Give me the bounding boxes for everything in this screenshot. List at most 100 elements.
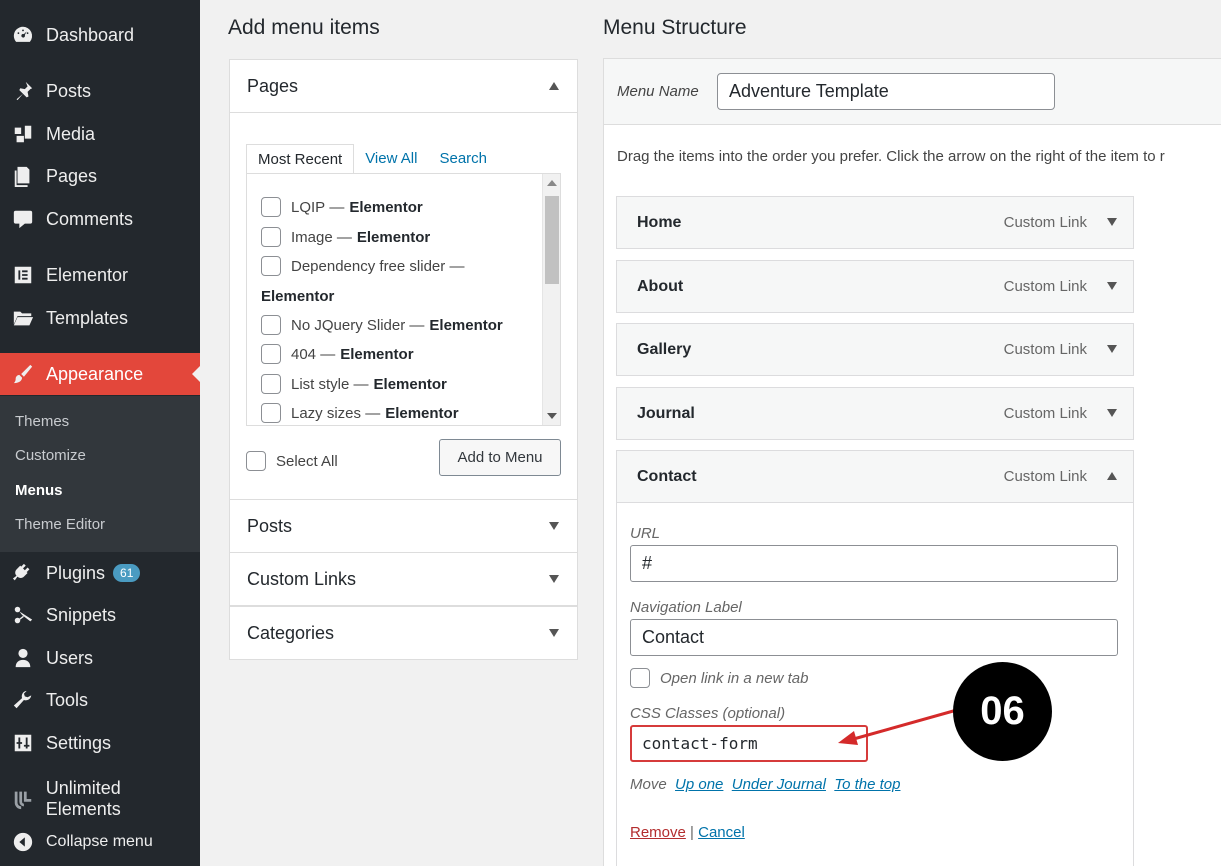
sidebar-item-media[interactable]: Media — [0, 113, 200, 155]
list-item[interactable]: LQIP — Elementor — [261, 197, 423, 217]
move-under-journal-link[interactable]: Under Journal — [732, 776, 826, 793]
tab-view-all[interactable]: View All — [354, 144, 428, 174]
sidebar-item-unlimited-elements[interactable]: Unlimited Elements — [0, 778, 200, 820]
elementor-icon — [0, 264, 46, 286]
step-callout-badge: 06 — [953, 662, 1052, 761]
pin-icon — [0, 80, 46, 102]
sidebar-item-tools[interactable]: Tools — [0, 679, 200, 721]
pages-checklist[interactable]: LQIP — Elementor Image — Elementor Depende… — [246, 173, 561, 426]
checkbox[interactable] — [261, 315, 281, 335]
sidebar-item-settings[interactable]: Settings — [0, 722, 200, 764]
collapse-icon — [0, 831, 46, 853]
admin-sidebar: Dashboard Posts Media Pages Comments Ele… — [0, 0, 200, 866]
move-to-top-link[interactable]: To the top — [834, 776, 900, 793]
plug-icon — [0, 562, 46, 584]
css-classes-label: CSS Classes (optional) — [630, 705, 786, 722]
item-actions: Remove | Cancel — [630, 824, 745, 841]
checkbox[interactable] — [261, 197, 281, 217]
list-item[interactable]: 404 — Elementor — [261, 344, 414, 364]
list-scrollbar[interactable] — [542, 174, 560, 425]
collapse-arrow-icon[interactable] — [549, 82, 559, 90]
sidebar-label: Settings — [46, 732, 112, 753]
plugins-update-badge: 61 — [113, 564, 141, 582]
expand-arrow-icon[interactable] — [1107, 345, 1117, 353]
sidebar-item-dashboard[interactable]: Dashboard — [0, 14, 200, 56]
menu-instructions: Drag the items into the order you prefer… — [617, 148, 1165, 165]
menu-item-contact[interactable]: Contact Custom Link — [616, 450, 1134, 503]
sidebar-item-comments[interactable]: Comments — [0, 198, 200, 240]
cancel-link[interactable]: Cancel — [698, 824, 745, 841]
sidebar-label: Appearance — [46, 363, 144, 384]
menu-item-journal[interactable]: Journal Custom Link — [616, 387, 1134, 440]
select-all-checkbox[interactable]: Select All — [246, 451, 338, 471]
custom-links-accordion-header[interactable]: Custom Links — [229, 552, 578, 606]
checkbox[interactable] — [261, 403, 281, 423]
sidebar-item-posts[interactable]: Posts — [0, 70, 200, 112]
menu-item-home[interactable]: Home Custom Link — [616, 196, 1134, 249]
submenu-item-menus[interactable]: Menus — [15, 482, 63, 499]
checkbox[interactable] — [246, 451, 266, 471]
sidebar-label: Posts — [46, 80, 92, 101]
scroll-up-icon[interactable] — [547, 180, 557, 186]
sidebar-item-users[interactable]: Users — [0, 637, 200, 679]
folder-icon — [0, 307, 46, 329]
checkbox[interactable] — [630, 668, 650, 688]
expand-arrow-icon[interactable] — [1107, 409, 1117, 417]
scroll-down-icon[interactable] — [547, 413, 557, 419]
expand-arrow-icon[interactable] — [549, 629, 559, 637]
menu-item-about[interactable]: About Custom Link — [616, 260, 1134, 313]
menu-item-settings-panel — [616, 450, 1134, 866]
callout-arrow-line — [849, 706, 965, 742]
menu-item-gallery[interactable]: Gallery Custom Link — [616, 323, 1134, 376]
expand-arrow-icon[interactable] — [549, 575, 559, 583]
list-item[interactable]: No JQuery Slider — Elementor — [261, 315, 503, 335]
pages-tabs: Most Recent View All Search — [246, 144, 498, 174]
open-new-tab-checkbox[interactable]: Open link in a new tab — [630, 668, 808, 688]
sidebar-label: Templates — [46, 307, 129, 328]
submenu-item-theme-editor[interactable]: Theme Editor — [15, 516, 105, 533]
user-icon — [0, 647, 46, 669]
url-input[interactable]: # — [630, 545, 1118, 582]
list-item[interactable]: Lazy sizes — Elementor — [261, 403, 459, 423]
sidebar-item-templates[interactable]: Templates — [0, 297, 200, 339]
add-to-menu-button[interactable]: Add to Menu — [439, 439, 561, 476]
submenu-item-customize[interactable]: Customize — [15, 447, 86, 464]
menu-name-input[interactable]: Adventure Template — [717, 73, 1055, 110]
navigation-label-input[interactable]: Contact — [630, 619, 1118, 656]
sidebar-item-snippets[interactable]: Snippets — [0, 594, 200, 636]
media-icon — [0, 123, 46, 145]
sidebar-item-elementor[interactable]: Elementor — [0, 254, 200, 296]
expand-arrow-icon[interactable] — [549, 522, 559, 530]
tab-search[interactable]: Search — [428, 144, 498, 174]
sidebar-label: Tools — [46, 689, 89, 710]
settings-icon — [0, 732, 46, 754]
submenu-item-themes[interactable]: Themes — [15, 413, 69, 430]
posts-accordion-header[interactable]: Posts — [229, 499, 578, 553]
tab-most-recent[interactable]: Most Recent — [246, 144, 355, 174]
scroll-thumb[interactable] — [545, 196, 559, 284]
sidebar-item-pages[interactable]: Pages — [0, 155, 200, 197]
categories-accordion-header[interactable]: Categories — [229, 606, 578, 660]
sidebar-collapse-menu[interactable]: Collapse menu — [0, 821, 200, 863]
expand-arrow-icon[interactable] — [1107, 282, 1117, 290]
remove-link[interactable]: Remove — [630, 824, 686, 841]
checkbox[interactable] — [261, 256, 281, 276]
sidebar-label: Collapse menu — [46, 833, 153, 850]
move-row: Move Up one Under Journal To the top — [630, 776, 900, 793]
list-item[interactable]: Image — Elementor — [261, 227, 430, 247]
sidebar-item-appearance[interactable]: Appearance — [0, 353, 200, 395]
collapse-arrow-icon[interactable] — [1107, 472, 1117, 480]
checkbox[interactable] — [261, 227, 281, 247]
checkbox[interactable] — [261, 374, 281, 394]
sidebar-label: Unlimited Elements — [45, 778, 121, 819]
sidebar-item-plugins[interactable]: Plugins 61 — [0, 552, 200, 594]
expand-arrow-icon[interactable] — [1107, 218, 1117, 226]
navigation-label-label: Navigation Label — [630, 599, 742, 616]
scissors-icon — [0, 604, 46, 626]
pages-accordion-header[interactable]: Pages — [229, 59, 578, 113]
list-item[interactable]: Dependency free slider — — [261, 256, 464, 276]
action-separator: | — [690, 824, 694, 841]
move-up-one-link[interactable]: Up one — [675, 776, 723, 793]
checkbox[interactable] — [261, 344, 281, 364]
list-item[interactable]: List style — Elementor — [261, 374, 447, 394]
